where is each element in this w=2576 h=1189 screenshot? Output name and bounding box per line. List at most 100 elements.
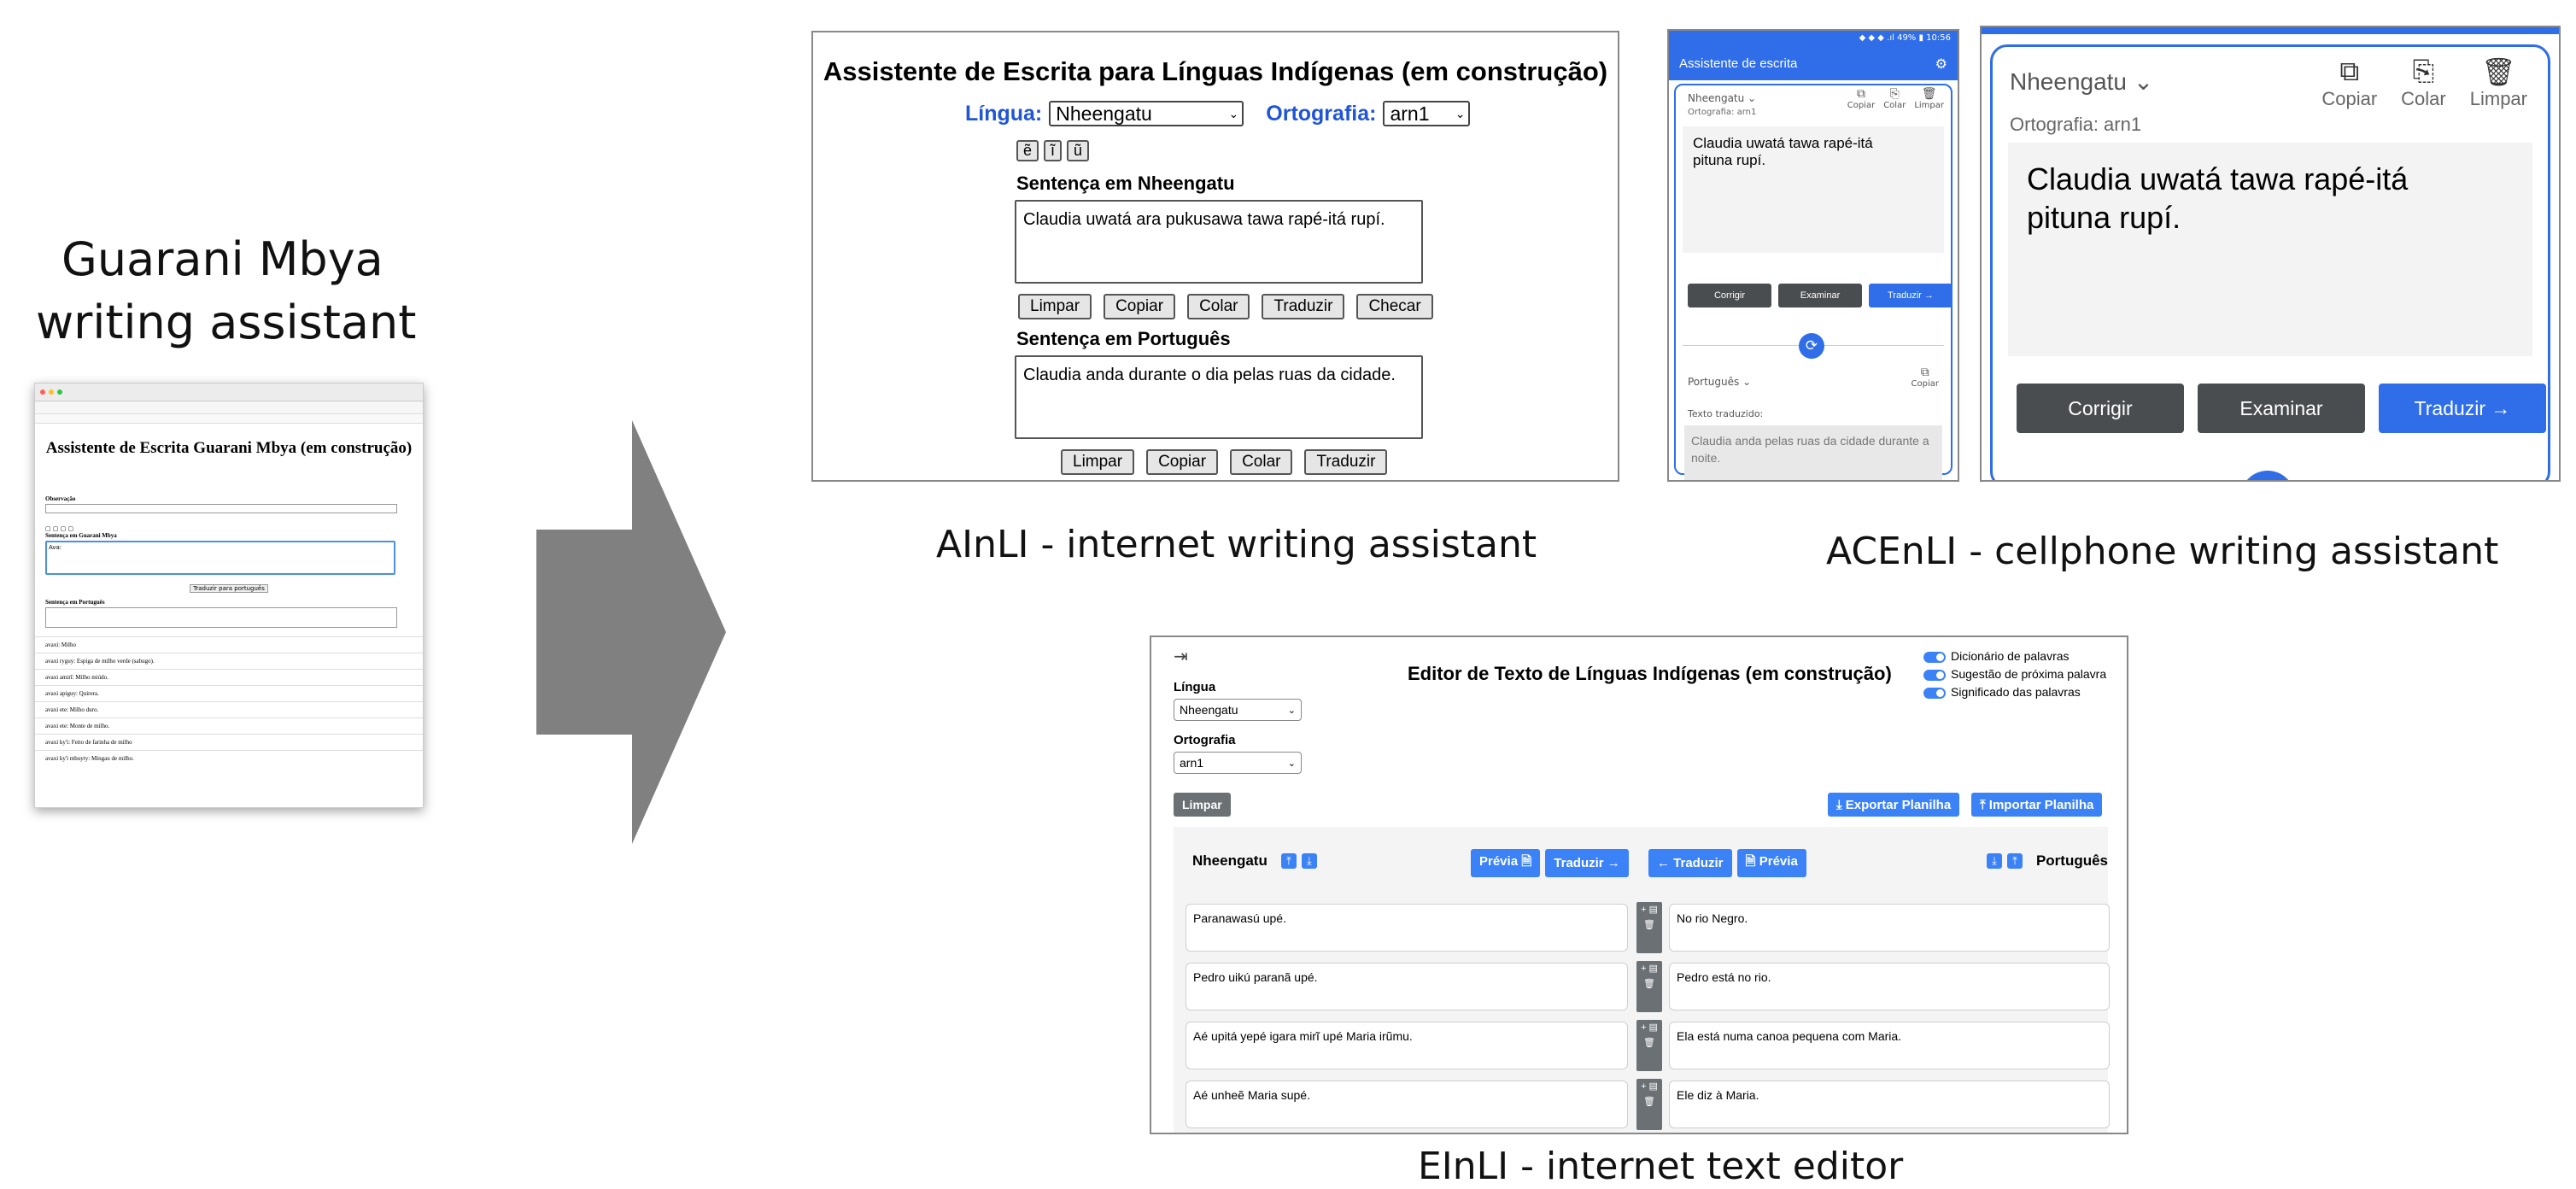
traduzir-right-button[interactable]: Traduzir → <box>1545 849 1629 877</box>
examinar-button[interactable]: Examinar <box>2198 384 2365 433</box>
colar-button[interactable]: Colar <box>1187 294 1250 319</box>
app-title: Assistente de escrita <box>1679 56 1798 71</box>
limpar-button[interactable]: Limpar <box>1061 449 1135 475</box>
limpar-button[interactable]: Limpar <box>1174 793 1231 817</box>
lang-selector[interactable]: Nheengatu <box>2010 68 2127 95</box>
toggle-switch[interactable] <box>1923 651 1946 663</box>
paste-icon[interactable]: ⎘ <box>1883 87 1906 101</box>
toggle-row[interactable]: Significado das palavras <box>1923 683 2106 701</box>
copy-label: Copiar <box>2321 88 2378 109</box>
toggle-switch[interactable] <box>1923 687 1946 699</box>
swap-icon[interactable]: ⟳ <box>1799 333 1824 359</box>
ainli-lingua-select[interactable]: Nheengatu ⌄ <box>1049 101 1244 126</box>
logout-icon[interactable]: ⇥ <box>1174 646 1188 667</box>
thumb-entry: avaxi ryguy: Espiga de milho verde (sabu… <box>35 653 423 669</box>
thumb-title: Assistente de Escrita Guarani Mbya (em c… <box>45 439 413 457</box>
left-lang: Nheengatu <box>1192 852 1268 869</box>
chevron-down-icon: ⌄ <box>1228 106 1239 120</box>
ainli-title: Assistente de Escrita para Línguas Indíg… <box>823 56 1608 86</box>
corrigir-button[interactable]: Corrigir <box>1688 284 1771 308</box>
thumb-entry: avaxi ky'i: Feito de farinha de milho <box>35 734 423 750</box>
source-sentence[interactable]: Pedro uikú paranã upé. <box>1186 963 1628 1010</box>
colar-button[interactable]: Colar <box>1230 449 1293 475</box>
ainli-ortografia-select[interactable]: arn1 ⌄ <box>1383 101 1471 126</box>
ainli-pt-textarea[interactable]: Claudia anda durante o dia pelas ruas da… <box>1015 355 1423 439</box>
einli-orto-select[interactable]: arn1 ⌄ <box>1174 752 1302 774</box>
source-sentence[interactable]: Paranawasú upé. <box>1186 904 1628 952</box>
einli-lingua-select[interactable]: Nheengatu ⌄ <box>1174 699 1302 721</box>
right-lang: Português <box>2035 852 2108 869</box>
toggle-label: Sugestão de próxima palavra <box>1951 667 2107 681</box>
einli-lingua-label: Língua <box>1174 680 1216 694</box>
einli-panel: ⇥ Editor de Texto de Línguas Indígenas (… <box>1150 636 2128 1134</box>
clear-label: Limpar <box>1914 101 1944 110</box>
traduzir-button[interactable]: Traduzir <box>1262 294 1345 319</box>
copy-icon[interactable]: ⧉ <box>2321 56 2377 88</box>
thumb-sentence-label: Sentença em Guarani Mbya <box>45 532 117 539</box>
ortho-selector[interactable]: Ortografia: arn1 <box>1688 108 1756 117</box>
toggle-label: Significado das palavras <box>1951 685 2081 699</box>
thumb-entry: avaxi ete: Milho duro. <box>35 701 423 718</box>
download-icon[interactable]: ⤓ <box>1986 853 2002 869</box>
download-icon[interactable]: ⤓ <box>1301 853 1317 869</box>
row-actions[interactable]: + ▤ 🗑 <box>1636 1079 1662 1130</box>
traduzir-button[interactable]: Traduzir → <box>1869 284 1952 308</box>
row-actions[interactable]: + ▤ 🗑 <box>1636 961 1662 1012</box>
upload-icon[interactable]: ⤒ <box>2006 853 2023 869</box>
phone-text[interactable]: Claudia uwatá tawa rapé-itá pituna rupí. <box>1693 135 1898 170</box>
phone-text-zoom[interactable]: Claudia uwatá tawa rapé-itá pituna rupí. <box>2027 160 2471 237</box>
paste-label: Colar <box>2401 88 2446 109</box>
toggle-row[interactable]: Sugestão de próxima palavra <box>1923 665 2106 683</box>
ainli-sentence-textarea[interactable]: Claudia uwatá ara pukusawa tawa rapé-itá… <box>1015 200 1423 284</box>
copy-icon[interactable]: ⧉ <box>1847 87 1875 101</box>
source-sentence[interactable]: Aé upitá yepé igara mirĩ upé Maria irũmu… <box>1186 1022 1628 1069</box>
limpar-button[interactable]: Limpar <box>1018 294 1092 319</box>
copy-label: Copiar <box>1847 101 1876 110</box>
chevron-down-icon: ⌄ <box>1287 758 1296 769</box>
trash-icon[interactable]: 🗑 <box>1914 87 1944 101</box>
traduzir-button[interactable]: Traduzir → <box>2379 384 2546 433</box>
target-sentence[interactable]: Ele diz à Maria. <box>1669 1081 2110 1128</box>
char-button[interactable]: ĩ <box>1044 140 1063 161</box>
char-button[interactable]: ũ <box>1067 140 1090 161</box>
previa-right-button[interactable]: 🗎 Prévia <box>1736 849 1806 877</box>
translated-text: Claudia anda pelas ruas da cidade durant… <box>1684 425 1942 480</box>
ainli-pt-label: Sentença em Português <box>1016 328 1231 349</box>
paste-icon[interactable]: ⎘ <box>2401 56 2446 88</box>
thumb-input: Avaː <box>45 541 395 575</box>
guarani-thumbnail: Assistente de Escrita Guarani Mbya (em c… <box>34 383 424 808</box>
corrigir-button[interactable]: Corrigir <box>2017 384 2184 433</box>
gear-icon[interactable]: ⚙ <box>1935 56 1947 72</box>
export-button[interactable]: ⤓ Exportar Planilha <box>1828 793 1960 817</box>
copy-icon[interactable]: ⧉ <box>1912 366 1939 379</box>
upload-icon[interactable]: ⤒ <box>1280 853 1297 869</box>
toggle-switch[interactable] <box>1923 669 1946 681</box>
lang-selector[interactable]: Nheengatu <box>1688 92 1744 104</box>
pt-lang-selector[interactable]: Português <box>1688 376 1739 388</box>
copy-label: Copiar <box>1911 379 1939 389</box>
copiar-button[interactable]: Copiar <box>1146 449 1219 475</box>
thumb-translate-button: Traduzir para português <box>190 584 268 593</box>
acenli-phone-small: ◆ ◆ ◆ .ıl 49% ▮ 10:56 Assistente de escr… <box>1667 29 1959 482</box>
ortho-selector[interactable]: Ortografia: arn1 <box>2010 114 2141 136</box>
target-sentence[interactable]: No rio Negro. <box>1669 904 2110 952</box>
copiar-button[interactable]: Copiar <box>1104 294 1176 319</box>
traduzir-left-button[interactable]: ← Traduzir <box>1648 849 1732 877</box>
trash-icon[interactable]: 🗑 <box>2470 56 2527 88</box>
examinar-button[interactable]: Examinar <box>1778 284 1862 308</box>
import-button[interactable]: ⤒ Importar Planilha <box>1971 793 2103 817</box>
target-sentence[interactable]: Ela está numa canoa pequena com Maria. <box>1669 1022 2110 1069</box>
previa-left-button[interactable]: Prévia 🗎 <box>1471 849 1541 877</box>
swap-icon[interactable] <box>2240 471 2295 480</box>
char-button[interactable]: ẽ <box>1016 140 1039 161</box>
toggle-row[interactable]: Dicionário de palavras <box>1923 647 2106 665</box>
row-actions[interactable]: + ▤ 🗑 <box>1636 902 1662 953</box>
acenli-caption: ACEnLI - cellphone writing assistant <box>1826 530 2499 573</box>
checar-button[interactable]: Checar <box>1356 294 1433 319</box>
toggle-label: Dicionário de palavras <box>1951 649 2070 663</box>
target-sentence[interactable]: Pedro está no rio. <box>1669 963 2110 1010</box>
row-actions[interactable]: + ▤ 🗑 <box>1636 1020 1662 1071</box>
source-sentence[interactable]: Aé unheẽ Maria supé. <box>1186 1081 1628 1128</box>
ainli-sentence-label: Sentença em Nheengatu <box>1016 173 1235 194</box>
traduzir-button[interactable]: Traduzir <box>1304 449 1388 475</box>
